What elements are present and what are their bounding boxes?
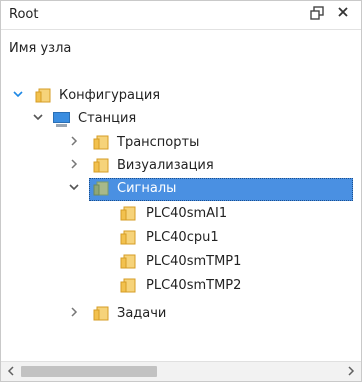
folder-icon [93, 180, 111, 197]
folder-icon [120, 205, 138, 222]
tree-node-label: Сигналы [117, 181, 177, 196]
monitor-screen [53, 112, 70, 123]
tree-node-visualization[interactable]: Визуализация [1, 155, 361, 177]
chevron-down-icon[interactable] [31, 111, 45, 125]
folder-icon [93, 134, 111, 151]
monitor-base [56, 124, 67, 127]
horizontal-scrollbar[interactable] [1, 361, 361, 381]
tree-node-tasks[interactable]: Задачи [1, 303, 361, 325]
chevron-right-icon[interactable] [67, 135, 81, 149]
tree-node-plc40smtmp2[interactable]: PLC40smTMP2 [1, 275, 361, 297]
tree-panel: Root Имя узла Конфигурация Станция Транс… [0, 0, 362, 382]
tree-node-plc40smai1[interactable]: PLC40smAI1 [1, 203, 361, 225]
folder-icon [35, 87, 53, 104]
tree-node-label: Конфигурация [59, 88, 161, 103]
tree-node-plc40smtmp1[interactable]: PLC40smTMP1 [1, 251, 361, 273]
chevron-down-icon[interactable] [67, 181, 81, 195]
folder-icon [120, 277, 138, 294]
tree-node-transports[interactable]: Транспорты [1, 132, 361, 154]
tree-node-label: PLC40smAI1 [146, 206, 228, 221]
tree-node-label: PLC40cpu1 [146, 230, 219, 245]
folder-icon [120, 229, 138, 246]
folder-icon [120, 253, 138, 270]
scroll-right-icon[interactable] [343, 364, 359, 380]
tree-node-label: Визуализация [117, 158, 214, 173]
monitor-icon [53, 110, 71, 127]
chevron-right-icon[interactable] [67, 158, 81, 172]
tree-node-configuration[interactable]: Конфигурация [1, 85, 361, 107]
chevron-right-icon[interactable] [67, 306, 81, 320]
folder-icon [93, 157, 111, 174]
tree-node-label: Транспорты [117, 135, 200, 150]
tree-node-plc40cpu1[interactable]: PLC40cpu1 [1, 227, 361, 249]
scroll-left-icon[interactable] [3, 364, 19, 380]
tree-node-label: PLC40smTMP1 [146, 254, 242, 269]
chevron-down-icon[interactable] [11, 88, 25, 102]
tree-node-station[interactable]: Станция [1, 108, 361, 130]
tree-node-label: Станция [78, 111, 137, 126]
scrollbar-thumb[interactable] [21, 366, 157, 377]
tree-node-label: PLC40smTMP2 [146, 278, 242, 293]
folder-icon [93, 305, 111, 322]
tree-node-signals[interactable]: Сигналы [1, 178, 361, 201]
tree-node-label: Задачи [117, 306, 167, 321]
tree-view: Конфигурация Станция Транспорты Визуализ… [1, 1, 361, 351]
